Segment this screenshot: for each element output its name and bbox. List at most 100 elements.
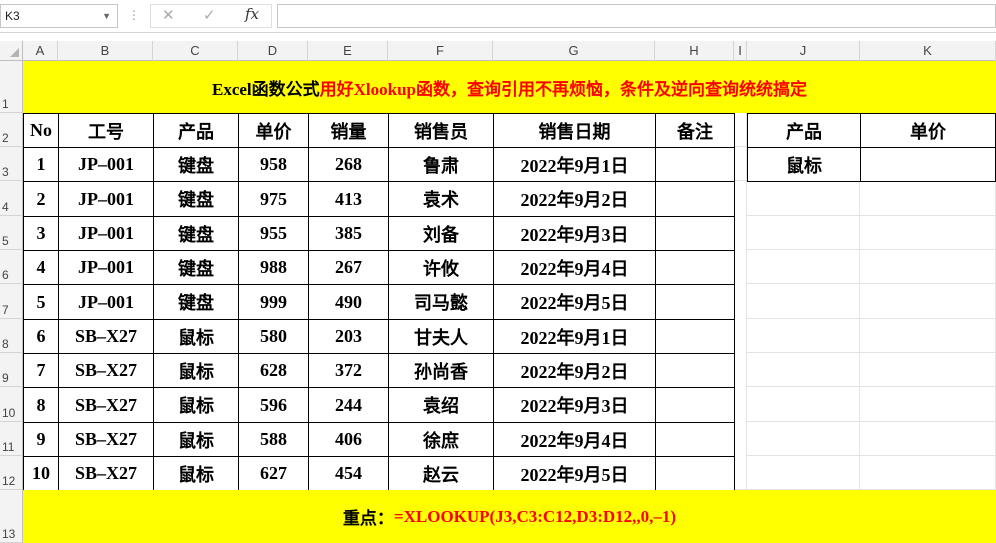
table-cell[interactable]: 鼠标 (153, 456, 239, 491)
row-header-3[interactable]: 3 (0, 147, 23, 181)
table-cell[interactable]: 8 (23, 387, 59, 423)
table-cell[interactable]: SB–X27 (58, 422, 154, 457)
empty-cell[interactable] (860, 422, 996, 456)
empty-cell[interactable] (734, 113, 747, 147)
table-cell[interactable]: 2022年9月4日 (493, 250, 656, 285)
table-cell[interactable]: 许攸 (388, 250, 494, 285)
table-cell[interactable]: 键盘 (153, 216, 239, 251)
table-cell[interactable]: 385 (308, 216, 389, 251)
row-header-1[interactable]: 1 (0, 61, 23, 113)
confirm-icon[interactable]: ✓ (203, 6, 216, 24)
table-cell[interactable]: 596 (238, 387, 309, 423)
table-cell[interactable]: 999 (238, 284, 309, 320)
table-cell[interactable]: 588 (238, 422, 309, 457)
empty-cell[interactable] (747, 216, 860, 250)
table-cell[interactable]: 鼠标 (153, 422, 239, 457)
table-header-cell[interactable]: 销售员 (388, 113, 494, 148)
table-cell[interactable]: 2022年9月5日 (493, 284, 656, 320)
table-cell[interactable] (655, 319, 735, 354)
empty-cell[interactable] (747, 250, 860, 284)
table-cell[interactable]: 袁绍 (388, 387, 494, 423)
table-cell[interactable]: 372 (308, 353, 389, 388)
table-cell[interactable]: JP–001 (58, 284, 154, 320)
table-cell[interactable] (655, 387, 735, 423)
empty-cell[interactable] (860, 181, 996, 216)
table-cell[interactable]: 2022年9月2日 (493, 353, 656, 388)
table-cell[interactable]: 甘夫人 (388, 319, 494, 354)
table-cell[interactable]: 454 (308, 456, 389, 491)
table-cell[interactable] (655, 216, 735, 251)
table-header-cell[interactable]: 单价 (238, 113, 309, 148)
table-cell[interactable]: JP–001 (58, 147, 154, 182)
table-cell[interactable]: 键盘 (153, 284, 239, 320)
table-cell[interactable]: 刘备 (388, 216, 494, 251)
select-all-corner[interactable] (0, 41, 23, 61)
table-cell[interactable]: 鼠标 (153, 387, 239, 423)
row-header-8[interactable]: 8 (0, 319, 23, 353)
row-header-12[interactable]: 12 (0, 456, 23, 490)
row-header-11[interactable]: 11 (0, 422, 23, 456)
row-header-2[interactable]: 2 (0, 113, 23, 147)
table-cell[interactable]: 975 (238, 181, 309, 217)
table-header-cell[interactable]: 工号 (58, 113, 154, 148)
table-cell[interactable]: 628 (238, 353, 309, 388)
column-header-j[interactable]: J (747, 41, 860, 61)
table-cell[interactable]: 鼠标 (153, 319, 239, 354)
column-header-e[interactable]: E (308, 41, 388, 61)
table-cell[interactable]: 406 (308, 422, 389, 457)
row-header-9[interactable]: 9 (0, 353, 23, 387)
table-cell[interactable] (655, 147, 735, 182)
table-cell[interactable] (655, 181, 735, 217)
table-cell[interactable] (655, 284, 735, 320)
table-cell[interactable]: 鲁肃 (388, 147, 494, 182)
table-header-cell[interactable]: 备注 (655, 113, 735, 148)
table-cell[interactable]: 6 (23, 319, 59, 354)
row-header-7[interactable]: 7 (0, 284, 23, 319)
table-cell[interactable]: 7 (23, 353, 59, 388)
table-cell[interactable]: 9 (23, 422, 59, 457)
lookup-header-product[interactable]: 产品 (747, 113, 861, 148)
row-header-10[interactable]: 10 (0, 387, 23, 422)
column-header-c[interactable]: C (153, 41, 238, 61)
title-banner[interactable]: Excel函数公式 用好Xlookup函数，查询引用不再烦恼，条件及逆向查询统统搞… (23, 61, 996, 113)
empty-cell[interactable] (860, 250, 996, 284)
column-header-k[interactable]: K (860, 41, 996, 61)
row-header-5[interactable]: 5 (0, 216, 23, 250)
empty-cell[interactable] (747, 456, 860, 490)
table-cell[interactable]: 键盘 (153, 147, 239, 182)
chevron-down-icon[interactable]: ▼ (102, 5, 111, 27)
table-cell[interactable]: 3 (23, 216, 59, 251)
empty-cell[interactable] (734, 147, 747, 181)
empty-cell[interactable] (860, 353, 996, 387)
table-cell[interactable]: 键盘 (153, 181, 239, 217)
table-cell[interactable]: 司马懿 (388, 284, 494, 320)
empty-cell[interactable] (734, 181, 747, 490)
table-cell[interactable]: 267 (308, 250, 389, 285)
table-cell[interactable]: 孙尚香 (388, 353, 494, 388)
table-cell[interactable]: 4 (23, 250, 59, 285)
table-cell[interactable]: 2022年9月1日 (493, 319, 656, 354)
table-cell[interactable] (655, 456, 735, 491)
table-cell[interactable]: 鼠标 (153, 353, 239, 388)
table-cell[interactable]: 627 (238, 456, 309, 491)
table-cell[interactable]: 5 (23, 284, 59, 320)
table-cell[interactable]: 203 (308, 319, 389, 354)
table-cell[interactable]: 988 (238, 250, 309, 285)
table-cell[interactable]: 244 (308, 387, 389, 423)
formula-note-banner[interactable]: 重点： =XLOOKUP(J3,C3:C12,D3:D12,,0,–1) (23, 490, 996, 543)
cancel-icon[interactable]: ✕ (162, 6, 175, 24)
table-cell[interactable]: SB–X27 (58, 353, 154, 388)
table-cell[interactable]: SB–X27 (58, 387, 154, 423)
lookup-input-product[interactable]: 鼠标 (747, 147, 861, 182)
table-header-cell[interactable]: 销售日期 (493, 113, 656, 148)
lookup-header-price[interactable]: 单价 (860, 113, 996, 148)
table-cell[interactable]: 2022年9月3日 (493, 216, 656, 251)
table-cell[interactable]: 键盘 (153, 250, 239, 285)
lookup-result-price[interactable] (860, 147, 996, 182)
empty-cell[interactable] (747, 353, 860, 387)
table-cell[interactable]: 490 (308, 284, 389, 320)
table-cell[interactable]: JP–001 (58, 216, 154, 251)
table-cell[interactable] (655, 353, 735, 388)
table-cell[interactable]: 10 (23, 456, 59, 491)
table-header-cell[interactable]: No (23, 113, 59, 148)
